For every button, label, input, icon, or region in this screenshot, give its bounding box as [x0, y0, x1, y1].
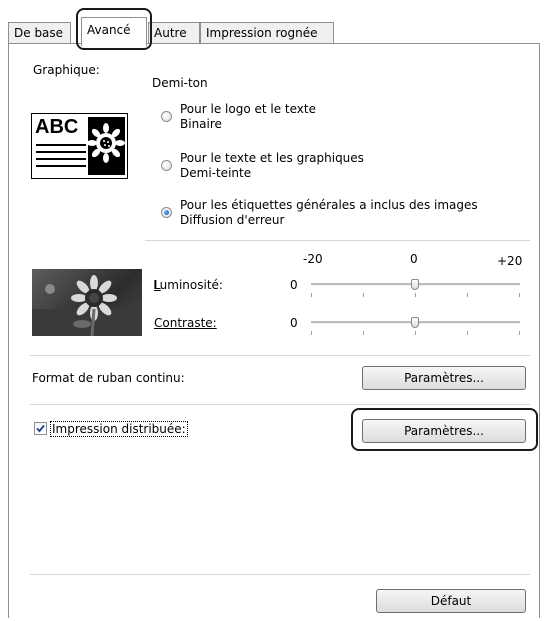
default-button[interactable]: Défaut [376, 589, 526, 613]
option-line1: Pour le logo et le texte [180, 102, 316, 116]
scale-max-label: +20 [497, 254, 523, 268]
brightness-label-text: Luminosité: [153, 278, 223, 292]
radio-halftone[interactable] [161, 160, 172, 171]
radio-binary[interactable] [161, 111, 172, 122]
distributed-print-label[interactable]: Impression distribuée: [50, 421, 188, 437]
slider-tick [311, 293, 312, 297]
continuous-tape-label: Format de ruban continu: [32, 371, 185, 385]
divider [30, 574, 530, 575]
option-line2: Demi-teinte [180, 166, 252, 180]
preview-abc-text: ABC [35, 116, 79, 138]
option-line2: Binaire [180, 117, 222, 131]
scale-min-label: -20 [303, 252, 323, 266]
contrast-slider[interactable] [307, 315, 520, 337]
continuous-tape-settings-button[interactable]: Paramètres... [362, 366, 526, 390]
tab-label: Avancé [87, 23, 131, 37]
contrast-value: 0 [290, 316, 298, 330]
slider-thumb[interactable] [411, 317, 419, 328]
option-halftone-label[interactable]: Pour le texte et les graphiques Demi-tei… [180, 151, 364, 181]
slider-tick [519, 331, 520, 335]
distributed-print-label-text: Impression distribuée: [52, 422, 186, 436]
contrast-label-text: Contraste: [154, 316, 217, 330]
brightness-slider[interactable] [307, 277, 520, 299]
slider-tick [311, 331, 312, 335]
slider-tick [363, 293, 364, 297]
slider-tick [415, 331, 416, 335]
brightness-value: 0 [290, 278, 298, 292]
text-lines-icon [36, 144, 86, 167]
divider [30, 355, 530, 356]
contrast-label: Contraste: [154, 316, 217, 330]
option-line2: Diffusion d'erreur [180, 213, 285, 227]
option-line1: Pour le texte et les graphiques [180, 151, 364, 165]
tab-de-base[interactable]: De base [8, 22, 71, 43]
sunflower-photo [32, 269, 142, 336]
slider-tick [415, 293, 416, 297]
tab-label: De base [14, 26, 64, 40]
slider-tick [467, 331, 468, 335]
button-label: Paramètres... [404, 424, 484, 438]
divider [30, 404, 530, 405]
distributed-print-checkbox[interactable] [34, 422, 47, 435]
slider-tick [519, 293, 520, 297]
button-label: Défaut [430, 594, 472, 608]
tab-label: Autre [154, 26, 187, 40]
option-error-diffusion-label[interactable]: Pour les étiquettes générales a inclus d… [180, 198, 478, 228]
button-label: Paramètres... [404, 371, 484, 385]
flower-bw-icon [87, 117, 125, 175]
slider-thumb[interactable] [411, 279, 419, 290]
option-binary-label[interactable]: Pour le logo et le texte Binaire [180, 102, 316, 132]
option-line1: Pour les étiquettes générales a inclus d… [180, 198, 478, 212]
divider [145, 240, 530, 241]
slider-tick [467, 293, 468, 297]
tab-avance[interactable]: Avancé [81, 17, 147, 46]
halftone-label: Demi-ton [152, 76, 208, 90]
radio-error-diffusion[interactable] [161, 207, 172, 218]
graphics-label: Graphique: [33, 63, 100, 77]
tab-autre[interactable]: Autre [148, 22, 200, 43]
slider-tick [363, 331, 364, 335]
graphic-preview-image: ABC [31, 113, 128, 179]
brightness-label: LLuminosité: [153, 278, 223, 292]
scale-mid-label: 0 [410, 252, 418, 266]
tab-label: Impression rognée [206, 26, 318, 40]
tab-impression-rognee[interactable]: Impression rognée [200, 22, 334, 43]
distributed-print-settings-button[interactable]: Paramètres... [362, 419, 526, 443]
